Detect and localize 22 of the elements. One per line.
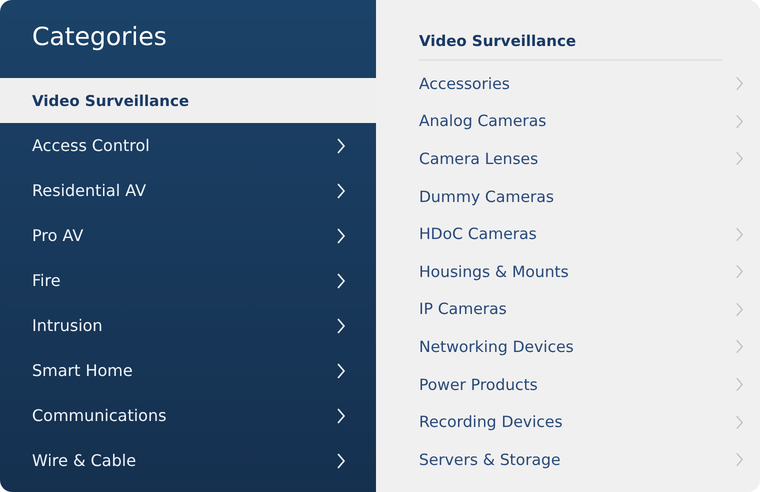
category-item[interactable]: Residential AV bbox=[0, 168, 376, 213]
category-item[interactable]: Pro AV bbox=[0, 213, 376, 258]
category-item[interactable]: Intrusion bbox=[0, 303, 376, 348]
subcategory-item[interactable]: Servers & Storage bbox=[419, 440, 744, 479]
subcategory-item[interactable]: IP Cameras bbox=[419, 290, 744, 328]
subcategory-item[interactable]: Camera Lenses bbox=[419, 140, 744, 178]
subcategory-item[interactable]: Accessories bbox=[419, 65, 744, 103]
category-item[interactable]: Smart Home bbox=[0, 348, 376, 393]
subcategory-item[interactable]: Dummy Cameras bbox=[419, 178, 744, 216]
subcategory-item[interactable]: Power Products bbox=[419, 366, 744, 404]
subcategory-heading: Video Surveillance bbox=[419, 32, 722, 61]
sidebar-title: Categories bbox=[31, 21, 168, 53]
category-item[interactable]: Communications bbox=[0, 393, 376, 438]
subcategory-item[interactable]: Recording Devices bbox=[419, 403, 744, 441]
subcategory-item[interactable]: Analog Cameras bbox=[419, 102, 744, 140]
category-item[interactable]: Access Control bbox=[0, 123, 376, 168]
subcategory-item[interactable]: Networking Devices bbox=[419, 328, 744, 366]
subcategory-item[interactable]: HDoC Cameras bbox=[419, 215, 744, 253]
category-item[interactable]: Wire & Cable bbox=[0, 438, 376, 483]
subcategory-item[interactable]: Housings & Mounts bbox=[419, 252, 744, 291]
category-item[interactable]: Fire bbox=[0, 258, 376, 303]
category-item[interactable]: Video Surveillance bbox=[0, 78, 376, 123]
